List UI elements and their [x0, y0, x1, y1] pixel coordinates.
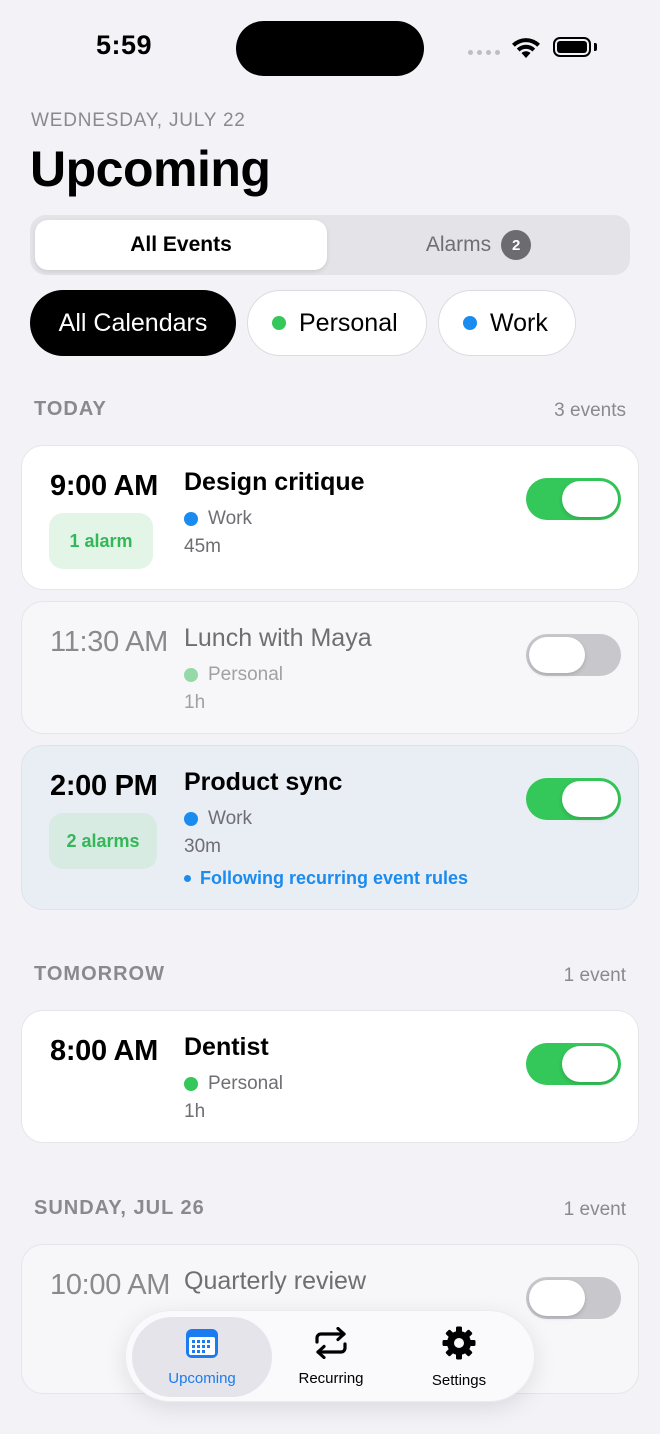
event-time: 10:00 AM	[50, 1269, 171, 1301]
event-card[interactable]: 9:00 AM 1 alarm Design critique Work 45m	[21, 445, 639, 590]
tab-settings[interactable]: Settings	[396, 1317, 522, 1397]
event-enabled-toggle[interactable]	[526, 1277, 621, 1319]
status-time: 5:59	[96, 30, 153, 60]
event-enabled-toggle[interactable]	[526, 778, 621, 820]
section-header-tomorrow: TOMORROW	[34, 963, 165, 985]
repeat-icon	[312, 1326, 350, 1363]
event-enabled-toggle[interactable]	[526, 1043, 621, 1085]
recurring-rule-note: Following recurring event rules	[184, 868, 468, 889]
event-duration: 1h	[184, 1101, 206, 1122]
event-card[interactable]: 2:00 PM 2 alarms Product sync Work 30m F…	[21, 745, 639, 910]
event-calendar: Personal	[184, 1073, 283, 1095]
event-time: 8:00 AM	[50, 1035, 159, 1067]
event-time: 2:00 PM	[50, 770, 158, 802]
work-color-dot	[463, 316, 477, 330]
segment-alarms[interactable]: Alarms 2	[332, 220, 625, 270]
dynamic-island	[236, 21, 424, 76]
event-title: Product sync	[184, 768, 343, 796]
event-enabled-toggle[interactable]	[526, 634, 621, 676]
tab-upcoming[interactable]: Upcoming	[132, 1317, 272, 1397]
event-time: 9:00 AM	[50, 470, 159, 502]
filter-personal-label: Personal	[299, 308, 398, 337]
calendar-color-dot	[184, 668, 198, 682]
event-calendar: Work	[184, 808, 252, 830]
section-count-today: 3 events	[554, 400, 626, 421]
filter-all-calendars[interactable]: All Calendars	[30, 290, 236, 356]
section-count-tomorrow: 1 event	[563, 965, 626, 986]
event-card[interactable]: 11:30 AM Lunch with Maya Personal 1h	[21, 601, 639, 734]
tab-settings-label: Settings	[431, 1372, 487, 1389]
battery-cap	[594, 43, 597, 51]
filter-personal[interactable]: Personal	[247, 290, 427, 356]
cellular-signal-icon	[468, 50, 500, 55]
event-title: Dentist	[184, 1033, 269, 1061]
event-time: 11:30 AM	[50, 626, 168, 658]
event-title: Lunch with Maya	[184, 624, 372, 652]
date-label: WEDNESDAY, JULY 22	[31, 110, 246, 131]
page-title: Upcoming	[30, 141, 271, 197]
section-header-today: TODAY	[34, 398, 107, 420]
event-card[interactable]: 8:00 AM Dentist Personal 1h	[21, 1010, 639, 1143]
tab-recurring[interactable]: Recurring	[272, 1317, 390, 1397]
event-calendar: Personal	[184, 664, 283, 686]
event-calendar-label: Work	[208, 808, 252, 829]
event-title: Design critique	[184, 468, 365, 496]
personal-color-dot	[272, 316, 286, 330]
calendar-color-dot	[184, 812, 198, 826]
alarm-count-pill: 2 alarms	[49, 813, 157, 869]
segment-all-events[interactable]: All Events	[35, 220, 327, 270]
rule-dot-icon	[184, 875, 191, 882]
alarm-count-pill: 1 alarm	[49, 513, 153, 569]
event-title: Quarterly review	[184, 1267, 366, 1295]
segment-alarms-label: Alarms	[425, 233, 492, 256]
event-duration: 45m	[184, 536, 221, 557]
event-duration: 1h	[184, 692, 206, 713]
wifi-icon	[510, 36, 542, 65]
event-duration: 30m	[184, 836, 221, 857]
tab-upcoming-label: Upcoming	[168, 1370, 236, 1387]
tab-recurring-label: Recurring	[298, 1370, 364, 1387]
gear-icon	[441, 1325, 477, 1365]
event-enabled-toggle[interactable]	[526, 478, 621, 520]
alarms-count-badge: 2	[501, 230, 532, 260]
calendar-color-dot	[184, 512, 198, 526]
event-calendar-label: Personal	[208, 664, 283, 685]
calendar-color-dot	[184, 1077, 198, 1091]
event-calendar: Work	[184, 508, 252, 530]
section-header-sunday: SUNDAY, JUL 26	[34, 1197, 205, 1219]
section-count-sunday: 1 event	[563, 1199, 626, 1220]
battery-icon	[553, 37, 591, 57]
calendar-icon	[185, 1327, 219, 1363]
filter-work[interactable]: Work	[438, 290, 576, 356]
event-calendar-label: Personal	[208, 1073, 283, 1094]
event-calendar-label: Work	[208, 508, 252, 529]
filter-work-label: Work	[490, 308, 548, 337]
recurring-rule-label: Following recurring event rules	[200, 868, 469, 888]
tab-bar: Upcoming Recurring Settings	[125, 1310, 535, 1402]
